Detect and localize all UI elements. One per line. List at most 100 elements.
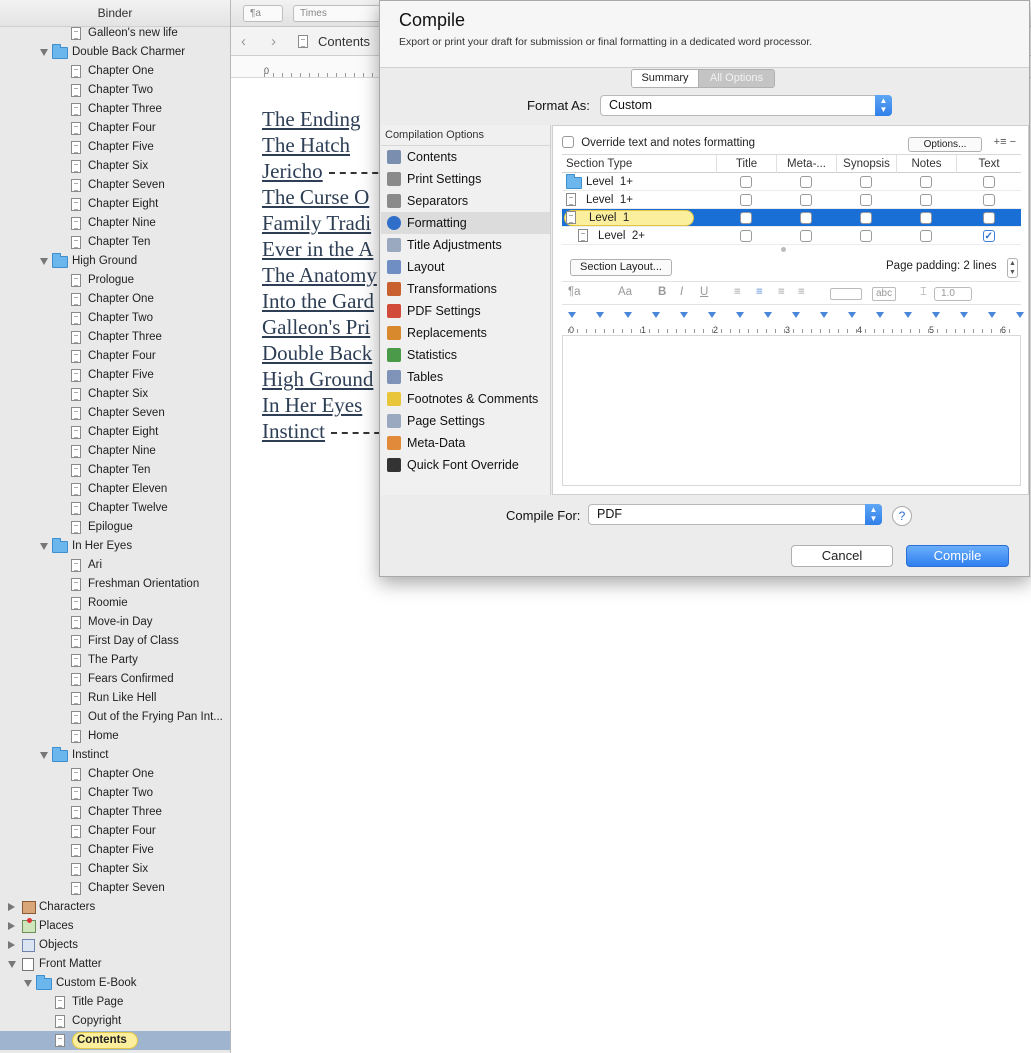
binder-folder-item[interactable]: High Ground [0,252,230,271]
disclosure-open-icon[interactable] [40,49,48,56]
tab-stop-icon[interactable] [988,312,996,318]
line-spacing-field[interactable]: 1.0 [934,287,972,301]
option-title-adjustments[interactable]: Title Adjustments [381,234,550,256]
binder-document-item[interactable]: Chapter Two [0,784,230,803]
option-transformations[interactable]: Transformations [381,278,550,300]
tab-stop-icon[interactable] [652,312,660,318]
binder-document-item[interactable]: Galleon's new life [0,24,230,43]
option-statistics[interactable]: Statistics [381,344,550,366]
binder-document-item[interactable]: Contents [0,1031,230,1050]
section-option-checkbox[interactable] [860,176,872,188]
override-checkbox[interactable] [562,136,574,148]
binder-document-item[interactable]: Chapter Two [0,81,230,100]
binder-document-item[interactable]: Epilogue [0,518,230,537]
disclosure-open-icon[interactable] [8,961,16,968]
binder-document-item[interactable]: Roomie [0,594,230,613]
binder-document-item[interactable]: Chapter Eight [0,423,230,442]
toc-entry-link[interactable]: The Hatch [262,132,391,158]
section-option-checkbox[interactable] [740,230,752,242]
option-footnotes-comments[interactable]: Footnotes & Comments [381,388,550,410]
option-separators[interactable]: Separators [381,190,550,212]
binder-folder-item[interactable]: Instinct [0,746,230,765]
section-option-checkbox[interactable] [920,230,932,242]
binder-document-item[interactable]: Prologue [0,271,230,290]
section-option-checkbox[interactable] [860,230,872,242]
section-option-checkbox[interactable] [800,230,812,242]
align-left-icon[interactable]: ≡ [734,286,741,298]
help-button[interactable]: ? [892,506,912,526]
disclosure-closed-icon[interactable] [8,903,15,911]
font-family-menu[interactable]: Times [293,5,383,22]
toc-entry-link[interactable]: Family Tradi [262,210,391,236]
toc-entry-link[interactable]: The Anatomy [262,262,391,288]
option-formatting[interactable]: Formatting [381,212,550,234]
binder-document-item[interactable]: Chapter Three [0,328,230,347]
tab-stop-icon[interactable] [708,312,716,318]
binder-document-item[interactable]: Chapter Three [0,100,230,119]
binder-folder-item[interactable]: Double Back Charmer [0,43,230,62]
binder-document-item[interactable]: Chapter Seven [0,404,230,423]
binder-document-item[interactable]: Chapter One [0,290,230,309]
option-pdf-settings[interactable]: PDF Settings [381,300,550,322]
section-option-checkbox[interactable] [860,212,872,224]
section-option-checkbox[interactable] [982,176,995,188]
binder-document-item[interactable]: Copyright [0,1012,230,1031]
binder-document-item[interactable]: Chapter Five [0,841,230,860]
disclosure-open-icon[interactable] [40,543,48,550]
binder-document-item[interactable]: The Party [0,651,230,670]
binder-document-item[interactable]: Chapter Four [0,347,230,366]
tab-stop-icon[interactable] [904,312,912,318]
binder-document-item[interactable]: Run Like Hell [0,689,230,708]
binder-document-item[interactable]: Chapter Two [0,309,230,328]
section-type-row[interactable]: Level 2+ [562,227,1021,246]
tab-stop-icon[interactable] [680,312,688,318]
option-quick-font-override[interactable]: Quick Font Override [381,454,550,476]
column-header[interactable]: Notes [896,155,956,173]
section-option-checkbox[interactable] [920,176,932,188]
tab-stop-icon[interactable] [792,312,800,318]
option-replacements[interactable]: Replacements [381,322,550,344]
tab-stop-icon[interactable] [1016,312,1024,318]
toc-entry-link[interactable]: Instinct [262,418,391,444]
column-header[interactable]: Section Type [566,155,632,173]
section-option-checkbox[interactable] [740,212,752,224]
binder-folder-item[interactable]: Objects [0,936,230,955]
section-option-checkbox[interactable] [982,194,995,206]
tab-stop-icon[interactable] [764,312,772,318]
disclosure-open-icon[interactable] [40,752,48,759]
binder-document-item[interactable]: Chapter Eight [0,195,230,214]
binder-document-item[interactable]: Chapter Four [0,119,230,138]
section-option-checkbox[interactable] [800,176,812,188]
cancel-button[interactable]: Cancel [791,545,893,567]
section-option-checkbox[interactable] [800,212,812,224]
binder-document-item[interactable]: Chapter Seven [0,176,230,195]
toc-entry-link[interactable]: Ever in the A [262,236,391,262]
tab-stop-icon[interactable] [960,312,968,318]
tab-stop-icon[interactable] [932,312,940,318]
back-arrow-icon[interactable]: ‹ [241,33,246,50]
section-option-checkbox[interactable] [740,176,752,188]
column-header[interactable]: Synopsis [836,155,896,173]
section-type-row[interactable]: Level 1 [562,209,1021,227]
tab-stop-icon[interactable] [876,312,884,318]
section-option-checkbox[interactable] [982,228,995,246]
binder-document-item[interactable]: Chapter Five [0,138,230,157]
tab-stop-icon[interactable] [624,312,632,318]
section-option-checkbox[interactable] [920,212,932,224]
toc-entry-link[interactable]: In Her Eyes [262,392,391,418]
paragraph-style-menu[interactable]: ¶a [568,286,581,298]
compile-for-popup[interactable]: PDF ▲ ▼ [588,504,882,525]
binder-document-item[interactable]: First Day of Class [0,632,230,651]
binder-document-item[interactable]: Ari [0,556,230,575]
disclosure-open-icon[interactable] [40,258,48,265]
binder-folder-item[interactable]: Characters [0,898,230,917]
option-contents[interactable]: Contents [381,146,550,168]
add-remove-level-buttons[interactable]: +≡ − [994,136,1016,148]
underline-button[interactable]: U [700,286,708,298]
binder-document-item[interactable]: Chapter Six [0,385,230,404]
splitter-handle[interactable] [781,247,786,252]
option-page-settings[interactable]: Page Settings [381,410,550,432]
bold-button[interactable]: B [658,286,666,298]
highlight-menu[interactable]: abc [872,287,897,301]
toc-entry-link[interactable]: Jericho [262,158,391,184]
